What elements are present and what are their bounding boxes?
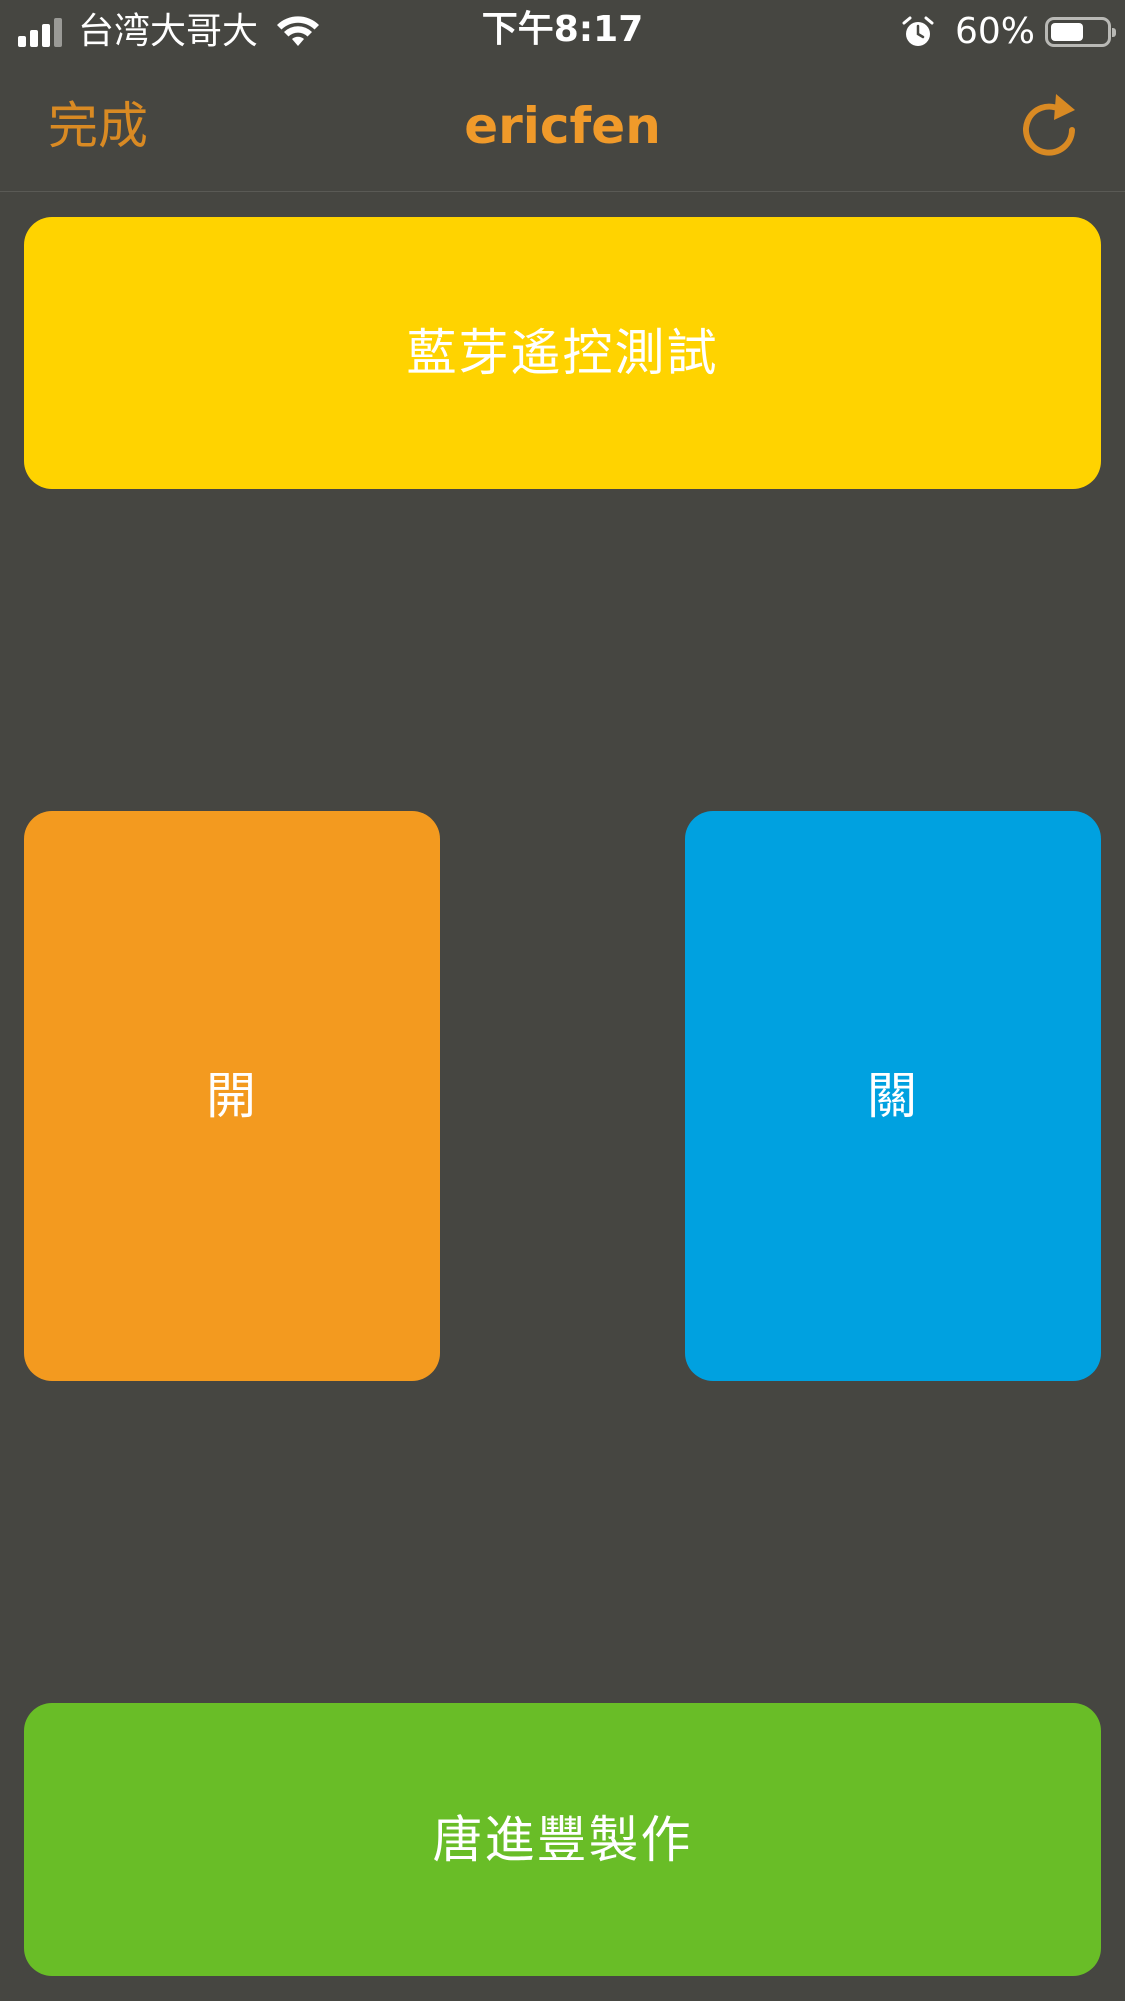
refresh-icon[interactable] (1013, 88, 1085, 160)
bluetooth-test-button[interactable]: 藍芽遙控測試 (24, 217, 1101, 489)
credit-button[interactable]: 唐進豐製作 (24, 1703, 1101, 1976)
on-button[interactable]: 開 (24, 811, 440, 1381)
app-screen: 台湾大哥大 下午8:17 60% 完成 ericfen 藍芽遙控測試 開 關 唐… (0, 0, 1125, 2001)
nav-bar: 完成 ericfen (0, 62, 1125, 192)
alarm-icon (902, 16, 934, 46)
battery-level (1051, 23, 1083, 41)
status-right: 60% (901, 10, 1116, 54)
off-label: 關 (867, 1067, 919, 1125)
on-label: 開 (206, 1067, 258, 1125)
off-button[interactable]: 關 (685, 811, 1101, 1381)
battery-percent: 60% (954, 11, 1035, 52)
battery-icon (1045, 17, 1116, 47)
status-bar: 台湾大哥大 下午8:17 60% (0, 0, 1125, 62)
page-title: ericfen (464, 97, 661, 155)
bluetooth-test-label: 藍芽遙控測試 (406, 324, 719, 382)
credit-label: 唐進豐製作 (432, 1810, 693, 1869)
